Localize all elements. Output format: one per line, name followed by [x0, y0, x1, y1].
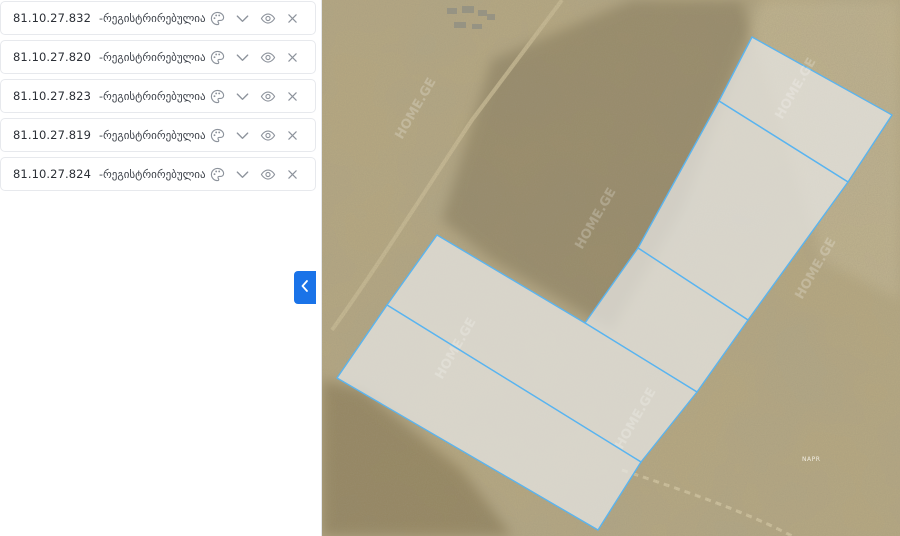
map-view[interactable]: HOME.GE HOME.GE HOME.GE HOME.GE HOME.GE … [322, 0, 900, 536]
parcel-status: -რეგისტრირებულია [99, 167, 206, 181]
palette-icon[interactable] [205, 49, 230, 66]
palette-icon[interactable] [205, 166, 230, 183]
palette-icon[interactable] [205, 127, 230, 144]
parcel-status: -რეგისტრირებულია [99, 128, 206, 142]
parcel-item-3[interactable]: 81.10.27.819 -რეგისტრირებულია [0, 118, 316, 152]
chevron-left-icon [299, 278, 311, 297]
parcel-actions [205, 127, 305, 144]
eye-icon[interactable] [255, 49, 280, 66]
parcel-list-panel: 81.10.27.832 -რეგისტრირებულია 81.10.27.8… [0, 0, 322, 536]
palette-icon[interactable] [205, 88, 230, 105]
chevron-down-icon[interactable] [230, 127, 255, 144]
parcel-status: -რეგისტრირებულია [99, 11, 206, 25]
chevron-down-icon[interactable] [230, 49, 255, 66]
chevron-down-icon[interactable] [230, 10, 255, 27]
close-icon[interactable] [280, 49, 305, 66]
parcel-item-1[interactable]: 81.10.27.820 -რეგისტრირებულია [0, 40, 316, 74]
parcel-status: -რეგისტრირებულია [99, 50, 206, 64]
parcel-item-2[interactable]: 81.10.27.823 -რეგისტრირებულია [0, 79, 316, 113]
parcel-code: 81.10.27.824 [13, 167, 92, 181]
map-place-label: NAPR [802, 456, 821, 463]
parcel-actions [205, 49, 305, 66]
chevron-down-icon[interactable] [230, 166, 255, 183]
parcel-item-0[interactable]: 81.10.27.832 -რეგისტრირებულია [0, 1, 316, 35]
collapse-panel-button[interactable] [294, 271, 316, 304]
close-icon[interactable] [280, 10, 305, 27]
close-icon[interactable] [280, 88, 305, 105]
parcel-code: 81.10.27.819 [13, 128, 92, 142]
close-icon[interactable] [280, 166, 305, 183]
parcel-item-4[interactable]: 81.10.27.824 -რეგისტრირებულია [0, 157, 316, 191]
eye-icon[interactable] [255, 127, 280, 144]
palette-icon[interactable] [205, 10, 230, 27]
eye-icon[interactable] [255, 10, 280, 27]
eye-icon[interactable] [255, 88, 280, 105]
close-icon[interactable] [280, 127, 305, 144]
parcel-code: 81.10.27.820 [13, 50, 92, 64]
eye-icon[interactable] [255, 166, 280, 183]
parcel-status: -რეგისტრირებულია [99, 89, 206, 103]
parcel-code: 81.10.27.832 [13, 11, 92, 25]
parcel-actions [205, 10, 305, 27]
parcel-code: 81.10.27.823 [13, 89, 92, 103]
parcel-actions [205, 166, 305, 183]
parcel-actions [205, 88, 305, 105]
parcel-list: 81.10.27.832 -რეგისტრირებულია 81.10.27.8… [0, 0, 321, 191]
chevron-down-icon[interactable] [230, 88, 255, 105]
